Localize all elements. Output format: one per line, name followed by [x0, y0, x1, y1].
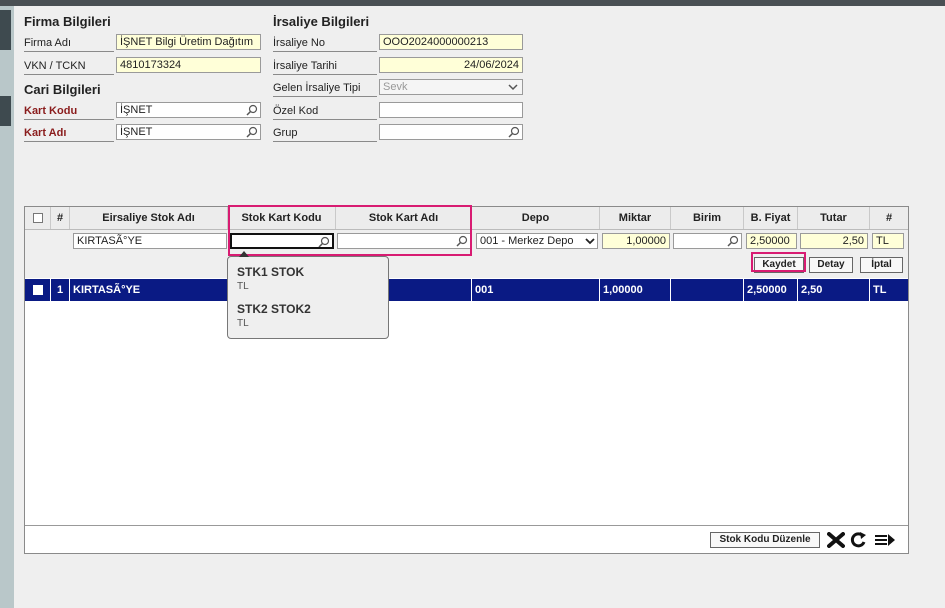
export-icon[interactable] — [874, 533, 896, 547]
irsaliye-tarihi-field[interactable]: 24/06/2024 — [379, 57, 523, 73]
edit-tutar-field[interactable]: 2,50 — [800, 233, 868, 249]
close-icon[interactable] — [827, 532, 845, 548]
dropdown-item[interactable]: STK2 STOK2 TL — [228, 298, 388, 332]
divider — [24, 51, 114, 52]
irsaliye-section-title: İrsaliye Bilgileri — [273, 14, 370, 29]
table-row[interactable]: 1 KIRTASÃ°YE 001 1,00000 2,50000 2,50 TL — [25, 279, 908, 301]
ozel-kod-label: Özel Kod — [273, 105, 319, 117]
header-fiyat: B. Fiyat — [744, 207, 798, 229]
divider — [273, 51, 377, 52]
edit-para-field[interactable]: TL — [872, 233, 904, 249]
dropdown-item-unit: TL — [237, 281, 249, 292]
row-miktar: 1,00000 — [600, 279, 671, 301]
divider — [24, 119, 114, 120]
cari-section-title: Cari Bilgileri — [24, 82, 101, 97]
sidebar-tab[interactable] — [0, 96, 11, 126]
edit-miktar-field[interactable]: 1,00000 — [602, 233, 670, 249]
chevron-down-icon — [585, 237, 595, 245]
stok-autocomplete-dropdown: STK1 STOK TL STK2 STOK2 TL — [227, 251, 389, 339]
grup-field[interactable] — [379, 124, 523, 140]
irsaliye-no-field[interactable]: OOO2024000000213 — [379, 34, 523, 50]
row-checkbox[interactable] — [33, 285, 43, 295]
irsaliye-no-label: İrsaliye No — [273, 37, 325, 49]
dropdown-item-code: STK2 STOK2 — [237, 302, 311, 316]
search-icon[interactable] — [508, 126, 520, 138]
irsaliye-tarihi-label: İrsaliye Tarihi — [273, 60, 337, 72]
header-select-all[interactable] — [25, 207, 51, 229]
depo-value: 001 - Merkez Depo — [480, 235, 574, 247]
kart-kodu-label[interactable]: Kart Kodu — [24, 105, 77, 117]
vkn-field[interactable]: 4810173324 — [116, 57, 261, 73]
left-sidebar — [0, 6, 14, 608]
select-all-checkbox[interactable] — [33, 213, 43, 223]
kart-adi-field[interactable]: İŞNET — [116, 124, 261, 140]
detay-button[interactable]: Detay — [809, 257, 853, 273]
row-no: 1 — [51, 279, 70, 301]
divider — [273, 119, 377, 120]
iptal-button[interactable]: İptal — [860, 257, 903, 273]
caret-up-icon — [239, 251, 249, 257]
ozel-kod-field[interactable] — [379, 102, 523, 118]
search-icon[interactable] — [727, 235, 739, 247]
row-para: TL — [873, 284, 887, 296]
row-birim — [671, 279, 744, 301]
header-depo: Depo — [472, 207, 600, 229]
dropdown-item-unit: TL — [237, 318, 249, 329]
divider — [273, 141, 377, 142]
grup-label: Grup — [273, 127, 298, 139]
highlight-stok-kart-columns — [228, 205, 472, 256]
irsaliye-tipi-value: Sevk — [383, 81, 408, 93]
row-select-cell[interactable] — [25, 279, 51, 301]
firma-adi-field[interactable]: İŞNET Bilgi Üretim Dağıtım — [116, 34, 261, 50]
header-stok-adi: Eirsaliye Stok Adı — [70, 207, 228, 229]
edit-stok-adi-field[interactable]: KIRTASÃ°YE — [73, 233, 227, 249]
divider — [24, 141, 114, 142]
edit-birim-field[interactable] — [673, 233, 742, 249]
sidebar-tab[interactable] — [0, 10, 11, 50]
row-depo: 001 — [472, 279, 600, 301]
search-icon[interactable] — [246, 126, 258, 138]
divider — [273, 96, 377, 97]
firma-adi-label: Firma Adı — [24, 37, 72, 49]
irsaliye-tipi-label: Gelen İrsaliye Tipi — [273, 82, 361, 94]
irsaliye-tipi-select[interactable]: Sevk — [379, 79, 523, 95]
edit-depo-select[interactable]: 001 - Merkez Depo — [476, 233, 598, 249]
chevron-down-icon — [508, 84, 518, 91]
kart-kodu-field[interactable]: İŞNET — [116, 102, 261, 118]
kart-adi-label[interactable]: Kart Adı — [24, 127, 66, 139]
row-fiyat: 2,50000 — [744, 279, 798, 301]
header-para: # — [885, 212, 893, 224]
dropdown-item-code: STK1 STOK — [237, 265, 305, 279]
grid-footer-divider — [25, 525, 908, 526]
page: Firma Bilgileri Firma Adı İŞNET Bilgi Ür… — [14, 6, 945, 608]
divider — [24, 74, 114, 75]
vkn-label: VKN / TCKN — [24, 60, 86, 72]
kart-adi-value: İŞNET — [120, 126, 153, 138]
stok-kodu-duzenle-button[interactable]: Stok Kodu Düzenle — [710, 532, 820, 548]
dropdown-item[interactable]: STK1 STOK TL — [228, 261, 388, 295]
divider — [273, 74, 377, 75]
refresh-icon[interactable] — [849, 531, 867, 549]
header-birim: Birim — [671, 207, 744, 229]
header-miktar: Miktar — [600, 207, 671, 229]
row-tutar: 2,50 — [798, 279, 870, 301]
highlight-kaydet-button — [751, 252, 806, 272]
header-tutar: Tutar — [798, 207, 870, 229]
search-icon[interactable] — [246, 104, 258, 116]
edit-fiyat-field[interactable]: 2,50000 — [746, 233, 797, 249]
kart-kodu-value: İŞNET — [120, 104, 153, 116]
firma-section-title: Firma Bilgileri — [24, 14, 111, 29]
header-no: # — [51, 207, 70, 229]
row-stok-adi: KIRTASÃ°YE — [70, 279, 228, 301]
